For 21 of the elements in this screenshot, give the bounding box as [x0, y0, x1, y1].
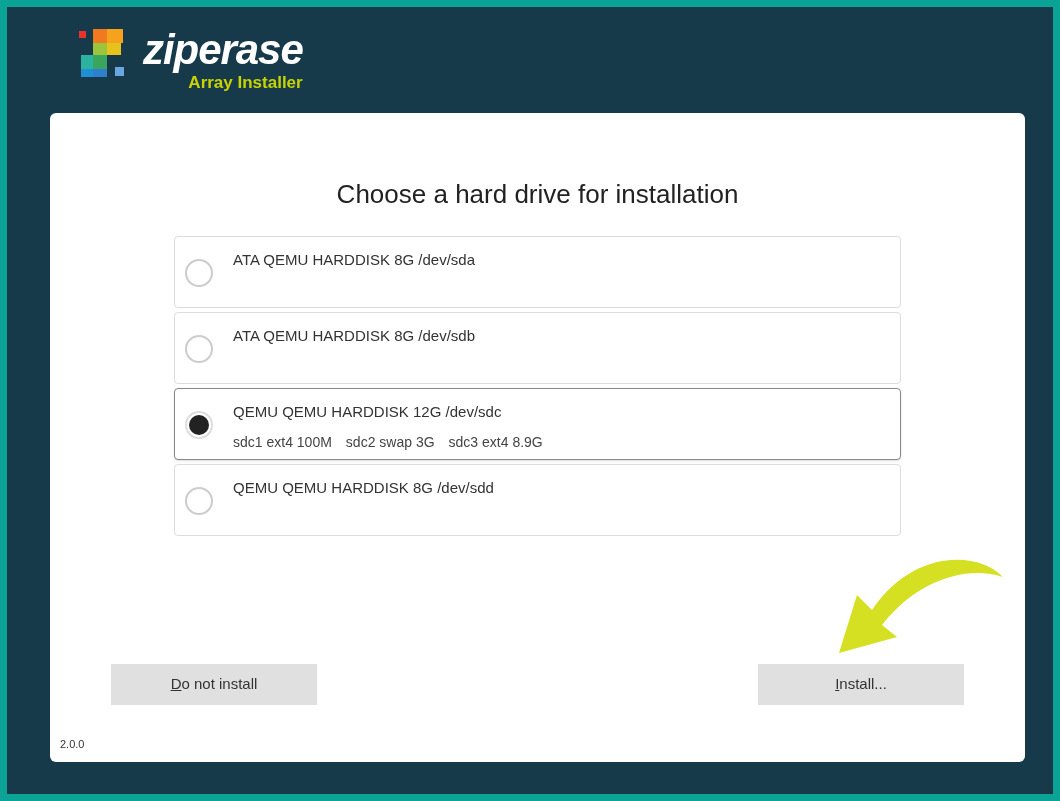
drive-option[interactable]: ATA QEMU HARDDISK 8G /dev/sda	[174, 236, 901, 308]
logo-subtitle: Array Installer	[188, 73, 303, 93]
logo-wordmark: ziperase	[143, 27, 303, 73]
drive-option[interactable]: QEMU QEMU HARDDISK 8G /dev/sdd	[174, 464, 901, 536]
drive-option[interactable]: QEMU QEMU HARDDISK 12G /dev/sdc sdc1 ext4 100M sdc2 swap 3G sdc3 ext4 8.9G	[174, 388, 901, 460]
drive-title: ATA QEMU HARDDISK 8G /dev/sda	[233, 250, 475, 270]
radio-button[interactable]	[185, 487, 213, 515]
partition-label: sdc3 ext4 8.9G	[448, 432, 543, 452]
radio-button[interactable]	[185, 335, 213, 363]
action-button[interactable]: Install...	[758, 664, 964, 705]
partition-label: sdc2 swap 3G	[345, 432, 435, 452]
version-label: 2.0.0	[60, 736, 85, 752]
page-heading: Choose a hard drive for installation	[335, 178, 740, 211]
partition-label: sdc1 ext4 100M	[233, 432, 332, 452]
drive-title: QEMU QEMU HARDDISK 12G /dev/sdc	[233, 402, 503, 422]
drive-title: ATA QEMU HARDDISK 8G /dev/sdb	[233, 326, 475, 346]
drive-option[interactable]: ATA QEMU HARDDISK 8G /dev/sdb	[174, 312, 901, 384]
action-button[interactable]: Do not install	[111, 664, 317, 705]
drive-title: QEMU QEMU HARDDISK 8G /dev/sdd	[233, 478, 494, 498]
radio-button[interactable]	[185, 259, 213, 287]
radio-button[interactable]	[185, 411, 213, 439]
